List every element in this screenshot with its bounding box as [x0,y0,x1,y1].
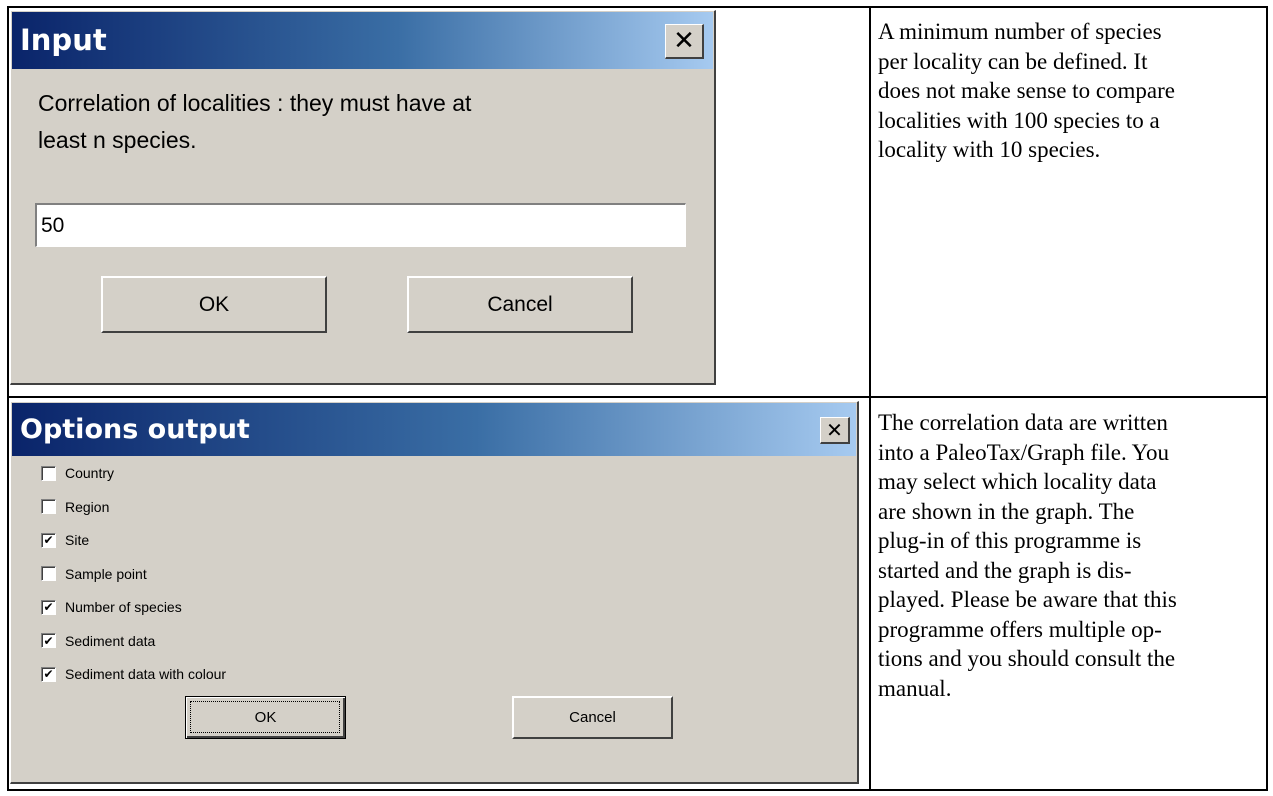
prompt-line: least n species. [38,127,197,153]
description-line: locality with 10 species. [878,137,1101,162]
option-label: Sediment data [65,632,156,649]
description-line: A minimum number of species [878,19,1162,44]
checkbox[interactable]: ✔ [41,666,56,682]
input-dialog-titlebar[interactable]: Input ✕ [12,12,713,69]
description-line: The correlation data are written [878,410,1168,435]
description-line: are shown in the graph. The [878,498,1135,524]
checkmark-icon: ✔ [43,633,54,648]
option-label: Number of species [65,599,182,615]
option-label: Site [65,532,90,548]
close-icon: ✕ [826,418,843,442]
table-border-left [7,6,9,791]
description-line: started and the graph is dis- [878,557,1132,583]
table-border-divider [869,6,871,791]
option-label: Country [65,465,115,481]
option-checkbox-row[interactable]: Region [41,497,109,517]
input-prompt: Correlation of localities : they must ha… [38,85,471,159]
prompt-line: Correlation of localities : they must ha… [38,90,472,116]
checkmark-icon: ✔ [43,533,54,547]
checkmark-icon: ✔ [43,600,54,614]
close-button[interactable]: ✕ [665,24,704,59]
table-border-middle [7,396,1268,398]
input-dialog: Input ✕ Correlation of localities : they… [10,10,716,385]
input-dialog-title: Input [20,23,107,57]
description-line: may select which locality data [878,469,1157,494]
checkbox[interactable] [41,499,56,514]
description-line: plug-in of this programme is [878,528,1142,553]
ok-button[interactable]: OK [185,696,346,739]
cancel-button[interactable]: Cancel [407,276,633,333]
checkbox[interactable] [41,465,56,481]
option-label: Region [65,498,110,515]
species-count-input[interactable]: 50 [35,203,686,247]
option-checkbox-row[interactable]: ✔ Sediment data with colour [41,664,226,684]
description-line: localities with 100 species to a [878,107,1160,133]
cancel-button-label: Cancel [487,292,553,316]
ok-button-label: OK [198,292,230,316]
table-border-bottom [7,789,1268,791]
options-dialog-title: Options output [20,414,250,445]
description-line: per locality can be defined. It [878,48,1148,74]
checkmark-icon: ✔ [43,667,54,681]
cancel-button[interactable]: Cancel [512,696,673,739]
option-label: Sample point [65,565,147,582]
focus-rect [190,701,340,733]
description-line: does not make sense to compare [878,78,1175,103]
checkbox[interactable]: ✔ [41,633,56,648]
input-description: A minimum number of species per locality… [878,17,1175,165]
description-line: into a PaleoTax/Graph file. You [878,439,1169,465]
close-icon: ✕ [673,26,695,56]
options-dialog: Options output ✕ Country Region ✔ Site Sampl… [10,401,859,784]
cancel-button-label: Cancel [569,709,616,726]
option-checkbox-row[interactable]: ✔ Number of species [41,597,182,617]
table-border-right [1266,6,1268,791]
options-dialog-titlebar[interactable]: Options output ✕ [12,403,856,456]
option-checkbox-row[interactable]: ✔ Site [41,530,89,550]
description-line: played. Please be aware that this [878,587,1177,612]
option-checkbox-row[interactable]: Sample point [41,564,147,584]
description-line: tions and you should consult the [878,646,1176,671]
description-line: programme offers multiple op- [878,616,1162,642]
species-count-value: 50 [41,213,65,237]
layout-table: Input ✕ Correlation of localities : they… [0,0,1273,796]
close-button[interactable]: ✕ [820,417,850,444]
options-description: The correlation data are written into a … [878,408,1177,703]
table-border-top [7,6,1268,8]
ok-button[interactable]: OK [101,276,327,333]
description-line: manual. [878,675,952,701]
option-label: Sediment data with colour [65,666,227,682]
option-checkbox-row[interactable]: ✔ Sediment data [41,631,155,651]
checkbox[interactable]: ✔ [41,532,56,548]
option-checkbox-row[interactable]: Country [41,463,114,483]
checkbox[interactable]: ✔ [41,599,56,615]
checkbox[interactable] [41,566,56,581]
